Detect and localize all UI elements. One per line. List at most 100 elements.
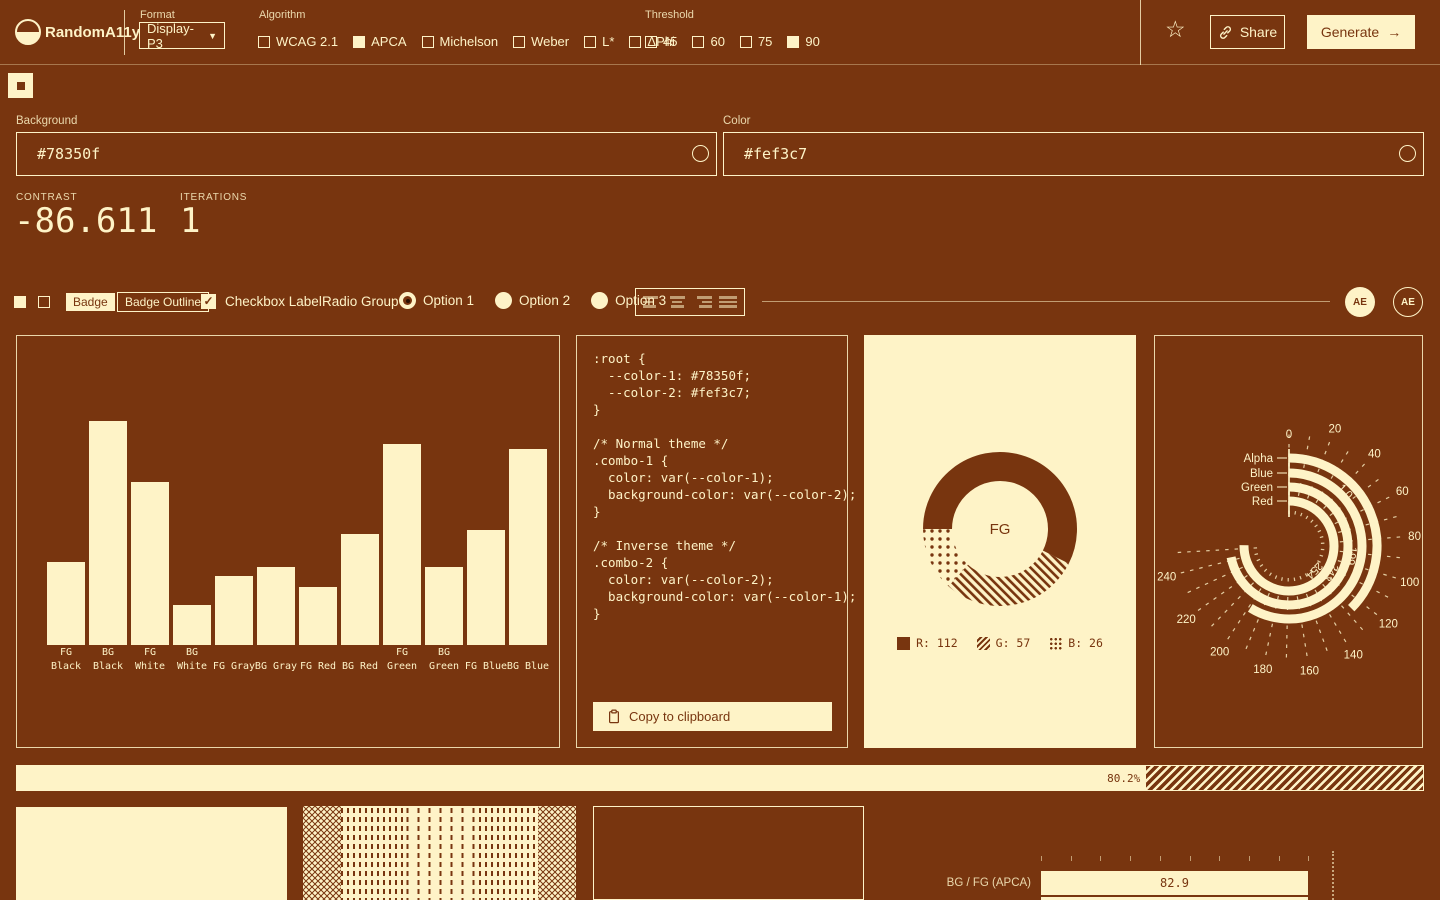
bar-column: BG Red: [341, 336, 379, 671]
color-label: Color: [723, 115, 750, 127]
generate-button[interactable]: Generate →: [1307, 15, 1415, 49]
theme-swap-button[interactable]: [8, 73, 33, 98]
bar-category-label: FG Gray: [211, 660, 257, 674]
donut-center-label: FG: [990, 521, 1011, 538]
radio-group-label: Radio Group: [322, 294, 399, 309]
checkbox-icon[interactable]: [422, 36, 434, 48]
bar: [509, 449, 547, 645]
radio-icon[interactable]: [495, 292, 512, 309]
component-preview-strip: Badge Badge Outline ✓ Checkbox Label Rad…: [0, 285, 1440, 321]
bar: [47, 562, 85, 645]
bar: [383, 444, 421, 645]
checkbox-label: APCA: [371, 34, 406, 49]
radial-scale-label: 60: [1396, 486, 1409, 498]
bar-category-label: FG White: [127, 646, 173, 673]
bar-category-label: BG Black: [85, 646, 131, 673]
format-select[interactable]: Display-P3 ▼: [139, 22, 225, 49]
iterations-value: 1: [180, 201, 200, 241]
color-color-ring-icon[interactable]: [1399, 145, 1416, 162]
algorithm-checkbox-group: WCAG 2.1APCAMichelsonWeberL*ΔPhi: [258, 34, 675, 49]
badge-outline: Badge Outline: [117, 292, 209, 312]
threshold-checkbox-90[interactable]: 90: [787, 34, 819, 49]
filled-square-swatch: [14, 296, 26, 308]
checkbox-icon[interactable]: [645, 36, 657, 48]
background-input[interactable]: [16, 132, 717, 176]
apca-axis-tick: [1279, 856, 1280, 861]
apca-axis-tick: [1190, 856, 1191, 861]
apca-row-label: BG / FG (APCA): [921, 877, 1031, 889]
threshold-checkbox-45[interactable]: 45: [645, 34, 677, 49]
legend-item: R: 112: [897, 636, 958, 650]
align-left-icon[interactable]: [643, 295, 661, 309]
background-color-ring-icon[interactable]: [692, 145, 709, 162]
bar-category-label: BG Green: [421, 646, 467, 673]
format-value: Display-P3: [147, 21, 208, 51]
star-icon[interactable]: ☆: [1165, 18, 1186, 41]
radio-icon[interactable]: [399, 292, 416, 309]
apca-axis-tick: [1308, 856, 1309, 861]
css-code: :root { --color-1: #78350f; --color-2: #…: [593, 350, 856, 622]
bar-category-label: FG Green: [379, 646, 425, 673]
algorithm-checkbox-michelson[interactable]: Michelson: [422, 34, 499, 49]
legend-item: G: 57: [977, 636, 1031, 650]
sample-checkbox[interactable]: ✓: [201, 294, 216, 309]
copy-to-clipboard-button[interactable]: Copy to clipboard: [593, 702, 832, 731]
color-input[interactable]: [723, 132, 1424, 176]
checkbox-label: L*: [602, 34, 614, 49]
radial-scale-label: 80: [1408, 531, 1421, 543]
radial-scale-label: 20: [1328, 424, 1341, 436]
algorithm-checkbox-wcag-2-1[interactable]: WCAG 2.1: [258, 34, 338, 49]
align-right-icon[interactable]: [694, 295, 712, 309]
radial-ring-label: Green: [1241, 482, 1273, 494]
square-icon: [17, 82, 25, 90]
radial-scale-label: 200: [1210, 646, 1229, 658]
checkbox-icon[interactable]: [740, 36, 752, 48]
align-center-icon[interactable]: [668, 295, 686, 309]
radial-scale-label: 120: [1379, 619, 1398, 631]
algorithm-checkbox-apca[interactable]: APCA: [353, 34, 406, 49]
share-label: Share: [1240, 24, 1277, 40]
checkbox-icon[interactable]: [692, 36, 704, 48]
threshold-checkbox-group: 45 60 75 90: [645, 34, 820, 49]
checkbox-icon[interactable]: [629, 36, 641, 48]
apca-axis-tick: [1160, 856, 1161, 861]
checkbox-label: 75: [758, 34, 772, 49]
radio-option-1[interactable]: Option 1: [399, 292, 474, 309]
bar-category-label: BG Red: [337, 660, 383, 674]
share-button[interactable]: Share: [1210, 15, 1285, 49]
horizontal-rule: [762, 301, 1330, 302]
header: RandomA11y Format Display-P3 ▼ Algorithm…: [0, 0, 1440, 65]
algorithm-checkbox-weber[interactable]: Weber: [513, 34, 569, 49]
checkbox-icon[interactable]: [353, 36, 365, 48]
legend-swatch-icon: [897, 637, 910, 650]
align-justify-icon[interactable]: [719, 295, 737, 309]
bar-column: FG Red: [299, 336, 337, 671]
checkbox-icon[interactable]: [258, 36, 270, 48]
radio-option-2[interactable]: Option 2: [495, 292, 570, 309]
checkbox-icon[interactable]: [584, 36, 596, 48]
radio-icon[interactable]: [591, 292, 608, 309]
radio-label: Option 2: [519, 293, 570, 308]
bar: [341, 534, 379, 645]
legend-item: B: 26: [1049, 636, 1103, 650]
threshold-checkbox-75[interactable]: 75: [740, 34, 772, 49]
checkbox-icon[interactable]: [513, 36, 525, 48]
algorithm-label: Algorithm: [259, 9, 305, 21]
header-divider: [1140, 0, 1141, 65]
bar-category-label: BG Gray: [253, 660, 299, 674]
contrast-value: -86.611: [14, 201, 157, 241]
radial-scale-label: 100: [1400, 577, 1419, 589]
threshold-checkbox-60[interactable]: 60: [692, 34, 724, 49]
checkbox-icon[interactable]: [787, 36, 799, 48]
donut-chart-panel: FG R: 112 G: 57 B: 26: [864, 335, 1136, 748]
radial-scale-label: 40: [1368, 448, 1381, 460]
algorithm-checkbox-l-[interactable]: L*: [584, 34, 614, 49]
apca-axis-tick: [1130, 856, 1131, 861]
donut-chart: FG: [864, 335, 1136, 635]
header-divider: [124, 10, 125, 55]
checkbox-label: 45: [663, 34, 677, 49]
background-label: Background: [16, 115, 77, 127]
clipboard-icon: [607, 709, 621, 724]
format-label: Format: [140, 9, 175, 21]
legend-label: G: 57: [996, 636, 1031, 650]
